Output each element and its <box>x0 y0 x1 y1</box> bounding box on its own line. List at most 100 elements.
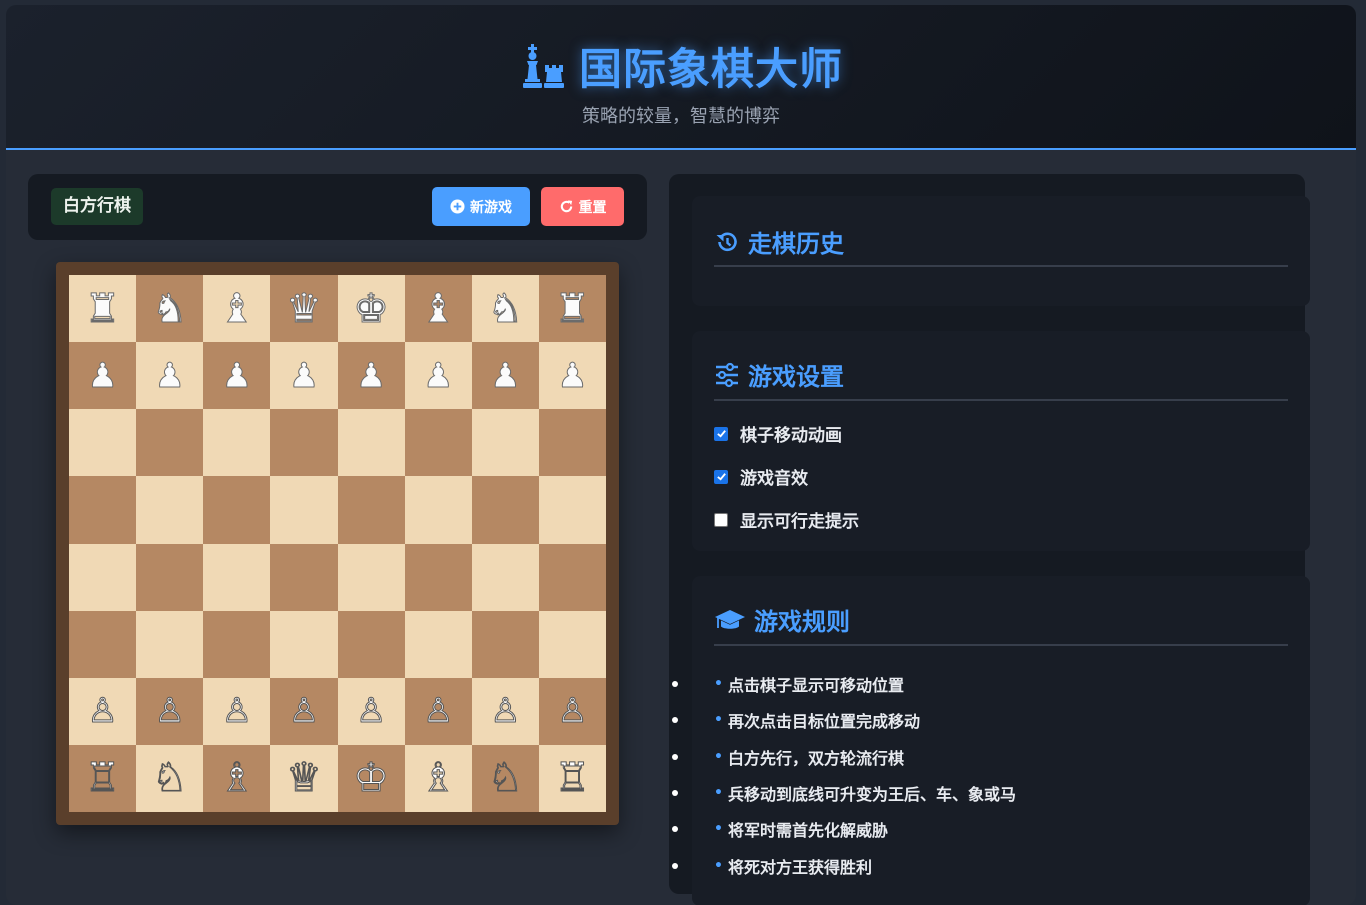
square-g4[interactable] <box>471 543 539 611</box>
square-h5[interactable] <box>538 476 606 544</box>
square-e2[interactable]: ♙ <box>337 677 405 745</box>
chess-piece[interactable]: ♘ <box>487 758 524 799</box>
square-d3[interactable] <box>270 610 338 678</box>
square-h7[interactable]: ♟ <box>538 342 606 410</box>
square-g7[interactable]: ♟ <box>471 342 539 410</box>
square-f1[interactable]: ♗ <box>404 744 472 812</box>
square-a3[interactable] <box>69 610 137 678</box>
chess-piece[interactable]: ♟ <box>154 358 186 393</box>
square-d7[interactable]: ♟ <box>270 342 338 410</box>
checkbox-hints[interactable] <box>714 512 728 527</box>
chess-piece[interactable]: ♝ <box>218 288 255 329</box>
checkbox-animation[interactable] <box>714 426 728 441</box>
square-b1[interactable]: ♘ <box>136 744 204 812</box>
chess-piece[interactable]: ♛ <box>286 288 323 329</box>
square-c1[interactable]: ♗ <box>203 744 271 812</box>
chess-piece[interactable]: ♙ <box>154 694 186 729</box>
square-f6[interactable] <box>404 409 472 477</box>
square-d2[interactable]: ♙ <box>270 677 338 745</box>
square-h4[interactable] <box>538 543 606 611</box>
square-e7[interactable]: ♟ <box>337 342 405 410</box>
chess-piece[interactable]: ♙ <box>355 694 387 729</box>
square-c7[interactable]: ♟ <box>203 342 271 410</box>
square-h6[interactable] <box>538 409 606 477</box>
square-f2[interactable]: ♙ <box>404 677 472 745</box>
chess-piece[interactable]: ♜ <box>554 288 591 329</box>
setting-hints[interactable]: 显示可行走提示 <box>714 507 859 532</box>
chess-piece[interactable]: ♚ <box>353 288 390 329</box>
chess-piece[interactable]: ♘ <box>151 758 188 799</box>
square-c6[interactable] <box>203 409 271 477</box>
square-b3[interactable] <box>136 610 204 678</box>
new-game-button[interactable]: 新游戏 <box>432 187 530 226</box>
chess-piece[interactable]: ♟ <box>557 358 589 393</box>
square-h1[interactable]: ♖ <box>538 744 606 812</box>
square-c2[interactable]: ♙ <box>203 677 271 745</box>
square-a1[interactable]: ♖ <box>69 744 137 812</box>
square-e3[interactable] <box>337 610 405 678</box>
square-e5[interactable] <box>337 476 405 544</box>
square-a6[interactable] <box>69 409 137 477</box>
chess-piece[interactable]: ♟ <box>422 358 454 393</box>
chess-piece[interactable]: ♖ <box>554 758 591 799</box>
chess-piece[interactable]: ♟ <box>355 358 387 393</box>
reset-button[interactable]: 重置 <box>541 187 624 226</box>
chess-piece[interactable]: ♞ <box>151 288 188 329</box>
chess-piece[interactable]: ♟ <box>288 358 320 393</box>
chess-piece[interactable]: ♞ <box>487 288 524 329</box>
square-g2[interactable]: ♙ <box>471 677 539 745</box>
square-d6[interactable] <box>270 409 338 477</box>
square-a5[interactable] <box>69 476 137 544</box>
square-e1[interactable]: ♔ <box>337 744 405 812</box>
chess-piece[interactable]: ♙ <box>221 694 253 729</box>
chess-piece[interactable]: ♙ <box>288 694 320 729</box>
chess-piece[interactable]: ♗ <box>218 758 255 799</box>
setting-sound[interactable]: 游戏音效 <box>714 464 808 489</box>
square-g1[interactable]: ♘ <box>471 744 539 812</box>
square-c3[interactable] <box>203 610 271 678</box>
square-f3[interactable] <box>404 610 472 678</box>
chess-piece[interactable]: ♟ <box>87 358 119 393</box>
square-h8[interactable]: ♜ <box>538 275 606 343</box>
square-b6[interactable] <box>136 409 204 477</box>
chess-piece[interactable]: ♙ <box>557 694 589 729</box>
chess-piece[interactable]: ♕ <box>286 758 323 799</box>
square-b4[interactable] <box>136 543 204 611</box>
square-f5[interactable] <box>404 476 472 544</box>
square-h3[interactable] <box>538 610 606 678</box>
square-e4[interactable] <box>337 543 405 611</box>
chess-piece[interactable]: ♙ <box>87 694 119 729</box>
square-e8[interactable]: ♚ <box>337 275 405 343</box>
checkbox-sound[interactable] <box>714 469 728 484</box>
square-d1[interactable]: ♕ <box>270 744 338 812</box>
square-g3[interactable] <box>471 610 539 678</box>
square-g5[interactable] <box>471 476 539 544</box>
square-d8[interactable]: ♛ <box>270 275 338 343</box>
square-f4[interactable] <box>404 543 472 611</box>
square-b7[interactable]: ♟ <box>136 342 204 410</box>
chess-piece[interactable]: ♖ <box>84 758 121 799</box>
square-c5[interactable] <box>203 476 271 544</box>
chess-piece[interactable]: ♙ <box>490 694 522 729</box>
chess-piece[interactable]: ♟ <box>221 358 253 393</box>
square-b8[interactable]: ♞ <box>136 275 204 343</box>
square-f7[interactable]: ♟ <box>404 342 472 410</box>
square-b5[interactable] <box>136 476 204 544</box>
square-d4[interactable] <box>270 543 338 611</box>
chess-piece[interactable]: ♔ <box>353 758 390 799</box>
square-b2[interactable]: ♙ <box>136 677 204 745</box>
square-f8[interactable]: ♝ <box>404 275 472 343</box>
square-c4[interactable] <box>203 543 271 611</box>
square-a2[interactable]: ♙ <box>69 677 137 745</box>
square-g8[interactable]: ♞ <box>471 275 539 343</box>
square-h2[interactable]: ♙ <box>538 677 606 745</box>
chess-piece[interactable]: ♗ <box>420 758 457 799</box>
square-d5[interactable] <box>270 476 338 544</box>
chess-piece[interactable]: ♟ <box>490 358 522 393</box>
chess-piece[interactable]: ♜ <box>84 288 121 329</box>
chess-piece[interactable]: ♝ <box>420 288 457 329</box>
square-e6[interactable] <box>337 409 405 477</box>
square-a8[interactable]: ♜ <box>69 275 137 343</box>
setting-animation[interactable]: 棋子移动动画 <box>714 421 842 446</box>
square-c8[interactable]: ♝ <box>203 275 271 343</box>
